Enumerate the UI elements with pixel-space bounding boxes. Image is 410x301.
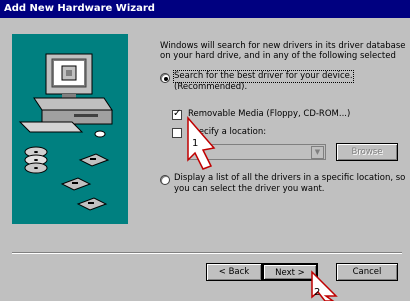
browse-button[interactable]: Browse: [336, 143, 398, 161]
next-button[interactable]: Next >: [262, 263, 318, 281]
specify-location-label[interactable]: Specify a location:: [188, 127, 266, 138]
intro-line-2: on your hard drive, and in any of the fo…: [160, 51, 396, 61]
wizard-window: Add New Hardware Wizard Windows will sea…: [0, 0, 410, 301]
specify-location-checkbox[interactable]: [172, 128, 182, 138]
removable-media-label[interactable]: Removable Media (Floppy, CD-ROM...): [188, 109, 350, 120]
wizard-illustration: [12, 34, 128, 224]
window-title: Add New Hardware Wizard: [0, 0, 410, 18]
chevron-down-icon[interactable]: ▼: [311, 146, 324, 159]
callout-number-1: 1: [192, 138, 199, 149]
location-combobox[interactable]: ▼: [188, 144, 326, 160]
search-option-line-2: (Recommended).: [174, 82, 248, 92]
floppy-icon: [60, 153, 110, 211]
removable-media-checkbox[interactable]: ✓: [172, 108, 182, 120]
search-radio[interactable]: [160, 73, 170, 83]
display-option-line-2: you can select the driver you want.: [174, 184, 325, 194]
cancel-button[interactable]: Cancel: [336, 263, 398, 281]
search-option-line-1[interactable]: Search for the best driver for your devi…: [173, 70, 354, 83]
separator: [12, 252, 402, 254]
display-list-radio[interactable]: [160, 175, 170, 185]
callout-number-2: 2: [314, 287, 321, 298]
display-option-line-1[interactable]: Display a list of all the drivers in a s…: [174, 173, 405, 184]
back-button[interactable]: < Back: [206, 263, 262, 281]
